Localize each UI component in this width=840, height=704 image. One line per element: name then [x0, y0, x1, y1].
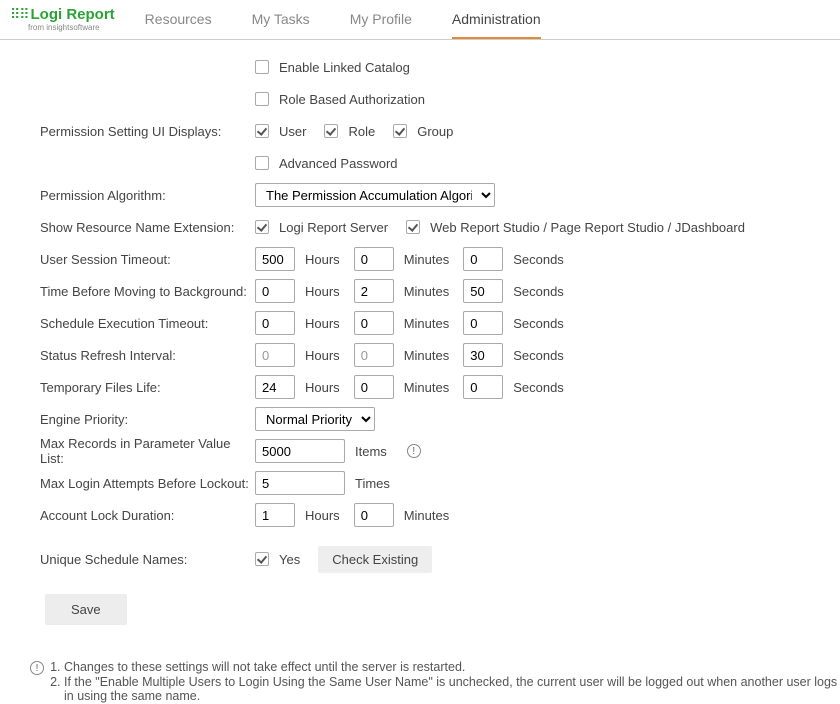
unique-schedule-checkbox[interactable] [255, 552, 269, 566]
lock-minutes-input[interactable] [354, 503, 394, 527]
show-resource-ext-label: Show Resource Name Extension: [40, 220, 255, 235]
movebg-hours-input[interactable] [255, 279, 295, 303]
tab-administration[interactable]: Administration [452, 1, 541, 39]
movebg-minutes-input[interactable] [354, 279, 394, 303]
tab-my-profile[interactable]: My Profile [350, 1, 412, 39]
movebg-seconds-input[interactable] [463, 279, 503, 303]
web-studio-checkbox[interactable] [406, 220, 420, 234]
brand-sub: from insightsoftware [28, 24, 100, 32]
role-based-auth-label: Role Based Authorization [279, 92, 425, 107]
sched-exec-label: Schedule Execution Timeout: [40, 316, 255, 331]
settings-form: Enable Linked Catalog Role Based Authori… [0, 40, 840, 635]
perm-role-label: Role [348, 124, 375, 139]
max-login-label: Max Login Attempts Before Lockout: [40, 476, 255, 491]
unique-schedule-yes-label: Yes [279, 552, 300, 567]
enable-linked-catalog-label: Enable Linked Catalog [279, 60, 410, 75]
status-seconds-input[interactable] [463, 343, 503, 367]
items-unit: Items [355, 444, 387, 459]
sched-seconds-input[interactable] [463, 311, 503, 335]
hours-unit: Hours [305, 252, 340, 267]
minutes-unit: Minutes [404, 252, 450, 267]
perm-group-checkbox[interactable] [393, 124, 407, 138]
max-records-input[interactable] [255, 439, 345, 463]
logi-server-checkbox[interactable] [255, 220, 269, 234]
times-unit: Times [355, 476, 390, 491]
permission-algorithm-label: Permission Algorithm: [40, 188, 255, 203]
session-seconds-input[interactable] [463, 247, 503, 271]
max-login-input[interactable] [255, 471, 345, 495]
web-studio-label: Web Report Studio / Page Report Studio /… [430, 220, 745, 235]
main-tabs: Resources My Tasks My Profile Administra… [145, 1, 541, 39]
tab-resources[interactable]: Resources [145, 1, 212, 39]
session-hours-input[interactable] [255, 247, 295, 271]
note-1: Changes to these settings will not take … [64, 660, 840, 674]
check-existing-button[interactable]: Check Existing [318, 546, 432, 573]
max-records-label: Max Records in Parameter Value List: [40, 436, 255, 466]
info-icon: ! [30, 661, 44, 675]
brand-name: Logi Report [31, 6, 115, 23]
status-refresh-label: Status Refresh Interval: [40, 348, 255, 363]
perm-group-label: Group [417, 124, 453, 139]
unique-schedule-label: Unique Schedule Names: [40, 552, 255, 567]
note-2: If the "Enable Multiple Users to Login U… [64, 675, 840, 703]
lock-duration-label: Account Lock Duration: [40, 508, 255, 523]
footer-notes: ! Changes to these settings will not tak… [30, 659, 840, 704]
logi-server-label: Logi Report Server [279, 220, 388, 235]
move-bg-label: Time Before Moving to Background: [40, 284, 255, 299]
tab-my-tasks[interactable]: My Tasks [252, 1, 310, 39]
permission-ui-label: Permission Setting UI Displays: [40, 124, 255, 139]
permission-algorithm-select[interactable]: The Permission Accumulation Algorithm [255, 183, 495, 207]
temp-seconds-input[interactable] [463, 375, 503, 399]
temp-hours-input[interactable] [255, 375, 295, 399]
info-icon[interactable]: ! [407, 444, 421, 458]
temp-minutes-input[interactable] [354, 375, 394, 399]
perm-user-label: User [279, 124, 306, 139]
save-button[interactable]: Save [45, 594, 127, 625]
brand-logo: ⠿⠿Logi Report from insightsoftware [10, 7, 115, 32]
status-minutes-input[interactable] [354, 343, 394, 367]
status-hours-input[interactable] [255, 343, 295, 367]
perm-role-checkbox[interactable] [324, 124, 338, 138]
sched-minutes-input[interactable] [354, 311, 394, 335]
session-minutes-input[interactable] [354, 247, 394, 271]
enable-linked-catalog-checkbox[interactable] [255, 60, 269, 74]
session-timeout-label: User Session Timeout: [40, 252, 255, 267]
lock-hours-input[interactable] [255, 503, 295, 527]
engine-priority-select[interactable]: Normal Priority [255, 407, 375, 431]
perm-user-checkbox[interactable] [255, 124, 269, 138]
sched-hours-input[interactable] [255, 311, 295, 335]
seconds-unit: Seconds [513, 252, 564, 267]
temp-files-label: Temporary Files Life: [40, 380, 255, 395]
advanced-password-label: Advanced Password [279, 156, 398, 171]
advanced-password-checkbox[interactable] [255, 156, 269, 170]
engine-priority-label: Engine Priority: [40, 412, 255, 427]
role-based-auth-checkbox[interactable] [255, 92, 269, 106]
topbar: ⠿⠿Logi Report from insightsoftware Resou… [0, 0, 840, 40]
